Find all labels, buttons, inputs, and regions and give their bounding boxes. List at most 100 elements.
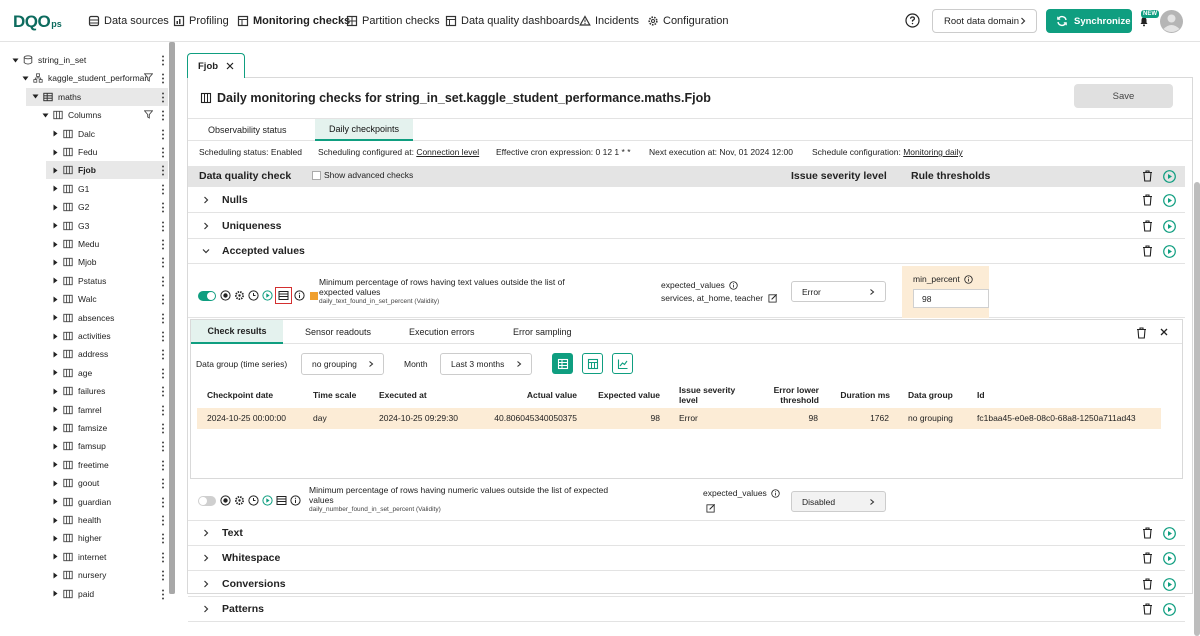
- info-icon[interactable]: [290, 495, 301, 506]
- info-icon[interactable]: [771, 488, 780, 498]
- caret-right-icon[interactable]: [52, 204, 59, 211]
- clock-icon[interactable]: [248, 495, 259, 506]
- results-table-icon[interactable]: [275, 287, 292, 304]
- trash-icon[interactable]: [1142, 527, 1153, 539]
- tree-column[interactable]: health: [0, 511, 168, 529]
- more-icon[interactable]: [161, 589, 165, 600]
- check-group-text[interactable]: Text: [188, 521, 1185, 546]
- help-icon[interactable]: [905, 13, 920, 28]
- connection-level-link[interactable]: Connection level: [416, 147, 479, 157]
- data-domain-selector[interactable]: Root data domain: [932, 9, 1037, 33]
- disable-icon[interactable]: [220, 290, 231, 301]
- tree-column[interactable]: address: [0, 345, 168, 363]
- run-checks-icon[interactable]: [1163, 603, 1176, 616]
- tree-column[interactable]: freetime: [0, 456, 168, 474]
- save-button[interactable]: Save: [1074, 84, 1173, 108]
- caret-right-icon[interactable]: [52, 498, 59, 505]
- check-group-conversions[interactable]: Conversions: [188, 572, 1185, 597]
- tree-column[interactable]: absences: [0, 309, 168, 327]
- main-scrollbar[interactable]: [1194, 182, 1200, 636]
- tree-column[interactable]: age: [0, 364, 168, 382]
- caret-right-icon[interactable]: [52, 351, 59, 358]
- tree-column[interactable]: goout: [0, 474, 168, 492]
- run-check-icon[interactable]: [262, 495, 273, 506]
- chevron-right-icon[interactable]: [202, 580, 210, 588]
- tree-column[interactable]: guardian: [0, 493, 168, 511]
- more-icon[interactable]: [161, 533, 165, 544]
- check-group-whitespace[interactable]: Whitespace: [188, 546, 1185, 571]
- caret-right-icon[interactable]: [52, 333, 59, 340]
- chevron-right-icon[interactable]: [202, 196, 210, 204]
- caret-right-icon[interactable]: [52, 425, 59, 432]
- trash-icon[interactable]: [1142, 245, 1153, 257]
- chevron-right-icon[interactable]: [202, 529, 210, 537]
- info-icon[interactable]: [964, 274, 973, 284]
- more-icon[interactable]: [161, 570, 165, 581]
- tree-connection[interactable]: string_in_set: [0, 51, 168, 69]
- caret-right-icon[interactable]: [52, 535, 59, 542]
- more-icon[interactable]: [161, 313, 165, 324]
- tree-column[interactable]: Fjob: [46, 161, 168, 180]
- tree-column[interactable]: higher: [0, 529, 168, 547]
- tree-column[interactable]: famsize: [0, 419, 168, 437]
- more-icon[interactable]: [161, 460, 165, 471]
- trash-icon[interactable]: [1142, 194, 1153, 206]
- more-icon[interactable]: [161, 147, 165, 158]
- tab-sensor-readouts[interactable]: Sensor readouts: [305, 320, 371, 344]
- month-select[interactable]: Last 3 months: [440, 353, 532, 375]
- caret-down-icon[interactable]: [42, 112, 49, 119]
- caret-right-icon[interactable]: [52, 572, 59, 579]
- tree-column[interactable]: G3: [0, 217, 168, 235]
- chevron-down-icon[interactable]: [202, 247, 210, 255]
- more-icon[interactable]: [161, 423, 165, 434]
- more-icon[interactable]: [161, 110, 165, 121]
- more-icon[interactable]: [161, 515, 165, 526]
- tree-columns[interactable]: Columns: [0, 106, 168, 124]
- run-checks-icon[interactable]: [1163, 527, 1176, 540]
- gear-icon[interactable]: [234, 495, 245, 506]
- info-icon[interactable]: [294, 290, 305, 301]
- check-enabled-toggle[interactable]: [198, 495, 216, 506]
- caret-right-icon[interactable]: [52, 517, 59, 524]
- min-percent-input[interactable]: 98: [913, 289, 989, 308]
- more-icon[interactable]: [161, 257, 165, 268]
- dqops-logo[interactable]: DQO ps: [13, 11, 62, 31]
- caret-down-icon[interactable]: [32, 93, 39, 100]
- check-group-uniqueness[interactable]: Uniqueness: [188, 214, 1185, 239]
- more-icon[interactable]: [161, 552, 165, 563]
- more-icon[interactable]: [161, 239, 165, 250]
- data-group-select[interactable]: no grouping: [301, 353, 384, 375]
- caret-right-icon[interactable]: [52, 369, 59, 376]
- tab-error-sampling[interactable]: Error sampling: [513, 320, 572, 344]
- more-icon[interactable]: [161, 497, 165, 508]
- nav-partition-checks[interactable]: Partition checks: [346, 13, 440, 29]
- tree-column[interactable]: Walc: [0, 290, 168, 308]
- caret-down-icon[interactable]: [22, 75, 29, 82]
- table-view-button[interactable]: [552, 353, 573, 374]
- chevron-right-icon[interactable]: [202, 222, 210, 230]
- more-icon[interactable]: [161, 441, 165, 452]
- more-icon[interactable]: [161, 184, 165, 195]
- caret-right-icon[interactable]: [52, 296, 59, 303]
- trash-icon[interactable]: [1136, 327, 1147, 339]
- tab-execution-errors[interactable]: Execution errors: [409, 320, 475, 344]
- caret-right-icon[interactable]: [52, 388, 59, 395]
- synchronize-button[interactable]: Synchronize: [1046, 9, 1132, 33]
- run-checks-icon[interactable]: [1163, 578, 1176, 591]
- tab-fjob[interactable]: Fjob: [187, 53, 245, 78]
- tree-column[interactable]: failures: [0, 382, 168, 400]
- tree-column[interactable]: activities: [0, 327, 168, 345]
- chart-view-button[interactable]: [612, 353, 633, 374]
- close-icon[interactable]: [1160, 328, 1168, 336]
- trash-icon[interactable]: [1142, 170, 1153, 182]
- check-group-patterns[interactable]: Patterns: [188, 597, 1185, 622]
- tab-observability-status[interactable]: Observability status: [194, 119, 301, 141]
- run-check-icon[interactable]: [262, 290, 273, 301]
- caret-right-icon[interactable]: [52, 185, 59, 192]
- caret-right-icon[interactable]: [52, 241, 59, 248]
- close-icon[interactable]: [226, 62, 234, 70]
- nav-configuration[interactable]: Configuration: [647, 13, 728, 29]
- caret-right-icon[interactable]: [52, 167, 59, 174]
- sidebar-scrollbar-thumb[interactable]: [169, 42, 175, 594]
- tree-column[interactable]: Mjob: [0, 253, 168, 271]
